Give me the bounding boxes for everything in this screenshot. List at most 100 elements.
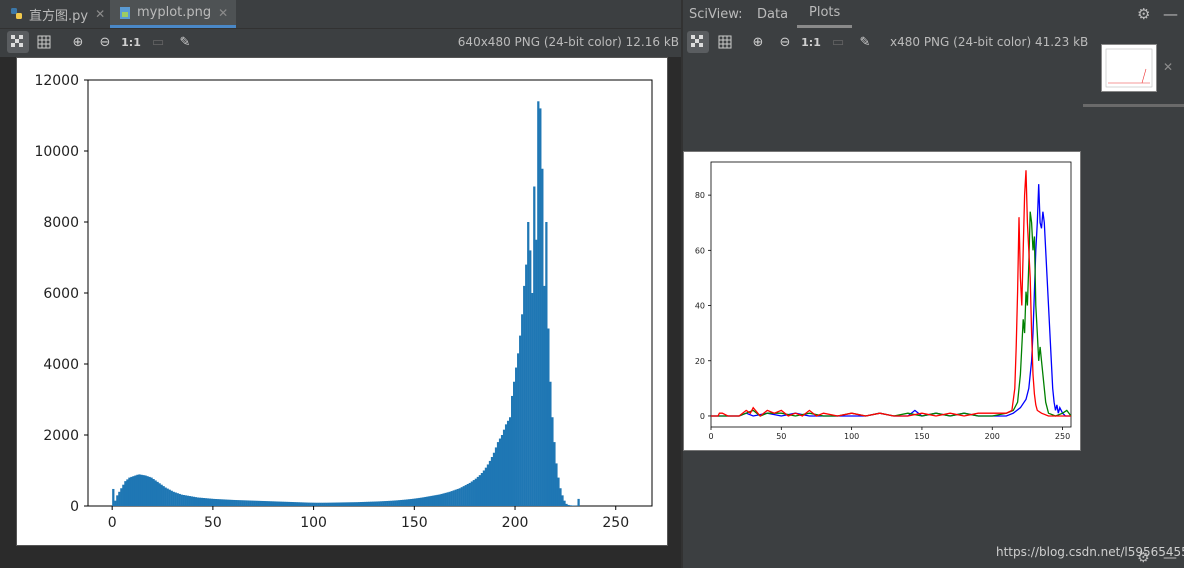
- histogram-bar: [444, 492, 447, 506]
- actual-size-button[interactable]: 1:1: [120, 31, 142, 53]
- close-icon[interactable]: ✕: [1163, 60, 1173, 74]
- histogram-bar: [287, 501, 290, 506]
- grid-toggle-button[interactable]: [33, 31, 55, 53]
- zoom-in-button[interactable]: ⊕: [67, 31, 89, 53]
- histogram-bar: [341, 502, 345, 506]
- grid-toggle-button[interactable]: [714, 31, 736, 53]
- close-icon[interactable]: ✕: [95, 7, 105, 21]
- image-toolbar: ⊕ ⊖ 1:1 ▭ ✎ 640x480 PNG (24-bit color) 1…: [0, 29, 681, 57]
- histogram-bar: [545, 222, 548, 506]
- histogram-bar: [408, 499, 411, 506]
- histogram-bar: [305, 502, 308, 506]
- histogram-bar: [200, 497, 204, 506]
- histogram-bar: [418, 497, 421, 506]
- histogram-bar: [301, 502, 304, 506]
- plot-thumbnail[interactable]: [1101, 44, 1157, 92]
- histogram-bar: [422, 497, 425, 506]
- x-tick-label: 150: [914, 432, 929, 441]
- histogram-bar: [382, 501, 385, 506]
- histogram-bar: [549, 381, 552, 506]
- histogram-bar: [343, 502, 347, 506]
- settings-gear-icon[interactable]: ⚙: [1137, 0, 1150, 28]
- histogram-bar: [500, 435, 504, 506]
- histogram-bar: [468, 482, 471, 506]
- eyedropper-icon: ✎: [859, 34, 871, 50]
- histogram-bar: [218, 499, 222, 506]
- histogram-bar: [557, 477, 560, 506]
- zoom-in-icon: ⊕: [752, 34, 764, 50]
- histogram-bar: [321, 502, 324, 506]
- histogram-bar: [146, 476, 149, 506]
- histogram-bar: [331, 502, 334, 506]
- tab-python-file[interactable]: 直方图.py ✕: [10, 0, 105, 28]
- zoom-in-button[interactable]: ⊕: [747, 31, 769, 53]
- histogram-bar: [281, 501, 284, 506]
- histogram-bar: [329, 502, 332, 506]
- histogram-bar: [476, 476, 480, 506]
- thumbnail-scrollbar[interactable]: [1083, 104, 1184, 107]
- histogram-bar: [543, 285, 546, 506]
- x-tick-label: 200: [985, 432, 1000, 441]
- thumbnail-preview: [1105, 48, 1153, 88]
- histogram-bar: [367, 501, 371, 506]
- histogram-bar: [216, 499, 220, 506]
- histogram-bar: [394, 500, 397, 506]
- tab-data[interactable]: Data: [757, 0, 788, 28]
- chessboard-toggle-button[interactable]: [687, 31, 709, 53]
- histogram-bar: [478, 475, 482, 506]
- editor-tab-bar: 直方图.py ✕ myplot.png ✕: [0, 0, 681, 29]
- histogram-bar: [531, 293, 534, 506]
- histogram-bar: [237, 500, 240, 506]
- histogram-bar: [182, 495, 185, 506]
- histogram-bar: [515, 367, 518, 506]
- histogram-bar: [158, 483, 161, 506]
- histogram-bar: [233, 499, 236, 506]
- histogram-bar: [267, 501, 270, 506]
- histogram-bar: [474, 478, 477, 506]
- zoom-out-button[interactable]: ⊖: [94, 31, 116, 53]
- histogram-bar: [279, 501, 282, 506]
- histogram-bar: [402, 499, 405, 506]
- histogram-bar: [363, 501, 367, 506]
- histogram-bar: [150, 477, 153, 506]
- histogram-bar: [555, 463, 558, 506]
- histogram-bar: [547, 328, 550, 506]
- histogram-bar: [464, 485, 467, 506]
- histogram-bar: [353, 502, 357, 506]
- plot-toolbar: ⊕ ⊖ 1:1 ▭ ✎ x480 PNG (24-bit color) 41.2…: [683, 29, 1088, 57]
- histogram-bar: [398, 500, 401, 506]
- tab-plots[interactable]: Plots: [797, 0, 853, 28]
- histogram-bar: [513, 381, 516, 506]
- color-picker-button[interactable]: ✎: [854, 31, 876, 53]
- histogram-bar: [317, 502, 320, 506]
- histogram-bar: [480, 472, 484, 506]
- minimize-icon[interactable]: —: [1163, 0, 1178, 28]
- histogram-bar: [323, 502, 326, 506]
- zoom-out-button[interactable]: ⊖: [774, 31, 796, 53]
- fit-to-window-button[interactable]: ▭: [827, 31, 849, 53]
- histogram-bar: [426, 496, 429, 506]
- actual-size-button[interactable]: 1:1: [800, 31, 822, 53]
- tab-image-file[interactable]: myplot.png ✕: [110, 0, 237, 28]
- histogram-bar: [484, 467, 488, 506]
- histogram-bar: [136, 474, 139, 506]
- chessboard-toggle-button[interactable]: [7, 31, 29, 53]
- fit-to-window-button[interactable]: ▭: [147, 31, 169, 53]
- y-tick-label: 0: [70, 499, 79, 515]
- histogram-bar: [239, 500, 242, 506]
- histogram-bar: [231, 499, 234, 506]
- histogram-bar: [196, 497, 200, 506]
- histogram-bar: [448, 491, 451, 506]
- color-picker-button[interactable]: ✎: [174, 31, 196, 53]
- x-tick-label: 0: [708, 432, 713, 441]
- histogram-chart: 0 50 100 150 200 250 0 2000 4000 6000 8000 10000 120…: [34, 73, 653, 531]
- y-tick-label: 0: [700, 412, 705, 421]
- histogram-bar: [535, 239, 538, 506]
- histogram-bar: [220, 499, 224, 506]
- close-icon[interactable]: ✕: [218, 6, 228, 20]
- fit-window-icon: ▭: [831, 34, 845, 50]
- histogram-bar: [313, 502, 316, 506]
- histogram-bar: [384, 501, 387, 506]
- histogram-bar: [156, 481, 159, 506]
- histogram-bar: [212, 498, 216, 506]
